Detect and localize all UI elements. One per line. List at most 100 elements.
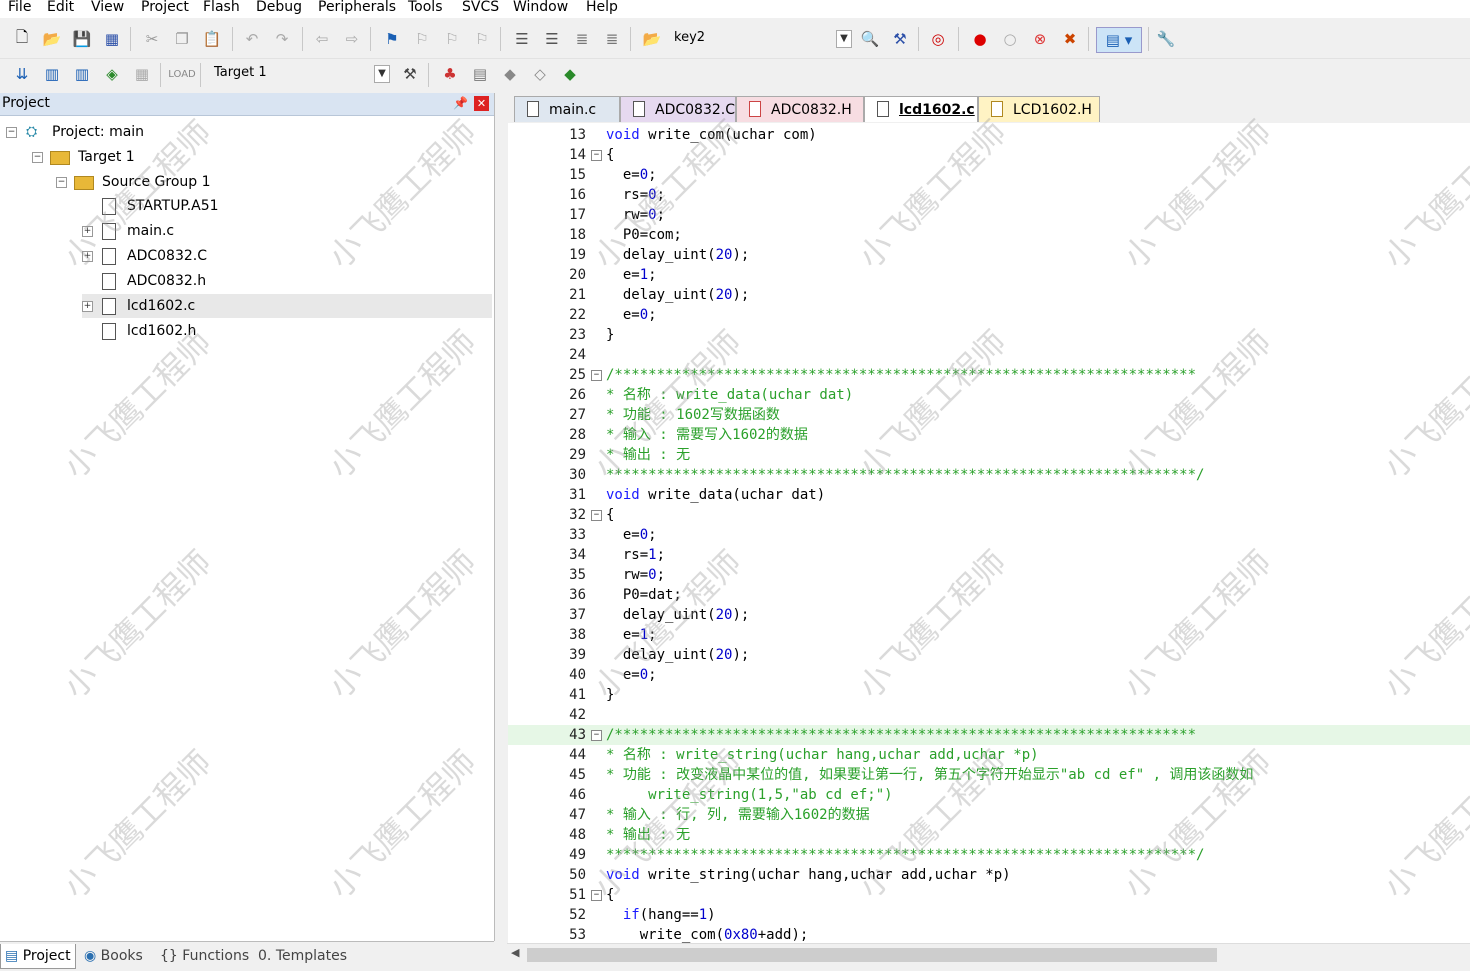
navigate-back-icon[interactable]: ⇦ — [312, 29, 332, 49]
code-line[interactable]: 39 delay_uint(20); — [508, 645, 1470, 665]
build-icon[interactable]: ▥ — [42, 64, 62, 84]
code-line[interactable]: 15 e=0; — [508, 165, 1470, 185]
save-icon[interactable]: 💾 — [72, 29, 92, 49]
code-line[interactable]: 13 void write_com(uchar com) — [508, 125, 1470, 145]
navigate-forward-icon[interactable]: ⇨ — [342, 29, 362, 49]
clear-bookmarks-icon[interactable]: ⚐ — [472, 29, 492, 49]
disable-all-breakpoints-icon[interactable]: ⊗ — [1030, 29, 1050, 49]
kill-all-breakpoints-icon[interactable]: ✖ — [1060, 29, 1080, 49]
incremental-find-icon[interactable]: ⚒ — [890, 29, 910, 49]
find-icon[interactable]: 🔍 — [860, 29, 880, 49]
save-all-icon[interactable]: ▦ — [102, 29, 122, 49]
expand-icon[interactable]: + — [82, 301, 93, 312]
expand-icon[interactable]: + — [82, 226, 93, 237]
target-combo[interactable]: Target 1 ▼ — [208, 63, 392, 85]
comment-icon[interactable]: ≣ — [572, 29, 592, 49]
select-packs-icon[interactable]: ▤ — [470, 64, 490, 84]
menu-peripherals[interactable]: Peripherals — [318, 0, 396, 15]
code-line[interactable]: 41} — [508, 685, 1470, 705]
redo-icon[interactable]: ↷ — [272, 29, 292, 49]
cut-icon[interactable]: ✂ — [142, 29, 162, 49]
pack-installer-green-icon[interactable]: ◆ — [560, 64, 580, 84]
unindent-icon[interactable]: ☰ — [542, 29, 562, 49]
code-line[interactable]: 21 delay_uint(20); — [508, 285, 1470, 305]
bookmark-icon[interactable]: ⚑ — [382, 29, 402, 49]
tab-lcd1602-h[interactable]: LCD1602.H — [978, 96, 1100, 122]
tab-adc0832-h[interactable]: ADC0832.H — [736, 96, 864, 122]
code-line[interactable]: 37 delay_uint(20); — [508, 605, 1470, 625]
code-line[interactable]: 51−{ — [508, 885, 1470, 905]
tab-templates[interactable]: 0. Templates — [254, 944, 351, 968]
code-line[interactable]: 16 rs=0; — [508, 185, 1470, 205]
copy-icon[interactable]: ❐ — [172, 29, 192, 49]
code-line[interactable]: 48 * 输出 : 无 — [508, 825, 1470, 845]
code-line[interactable]: 45 * 功能 : 改变液晶中某位的值, 如果要让第一行, 第五个字符开始显示"a… — [508, 765, 1470, 785]
tab-project[interactable]: ▤ Project — [0, 944, 76, 969]
paste-icon[interactable]: 📋 — [202, 29, 222, 49]
code-line[interactable]: 52 if(hang==1) — [508, 905, 1470, 925]
chevron-down-icon[interactable]: ▼ — [374, 65, 390, 83]
chevron-down-icon[interactable]: ▼ — [836, 30, 852, 48]
code-line[interactable]: 34 rs=1; — [508, 545, 1470, 565]
next-bookmark-icon[interactable]: ⚐ — [442, 29, 462, 49]
stop-build-icon[interactable]: ▦ — [132, 64, 152, 84]
tree-file-lcd1602-h[interactable]: lcd1602.h — [82, 319, 482, 343]
batch-build-icon[interactable]: ◈ — [102, 64, 122, 84]
fold-icon[interactable]: − — [591, 150, 602, 161]
pack-installer-icon[interactable]: ◇ — [530, 64, 550, 84]
menu-project[interactable]: Project — [141, 0, 189, 15]
tab-books[interactable]: ◉ Books — [80, 944, 147, 968]
load-download-icon[interactable]: LOAD — [168, 64, 195, 84]
fold-icon[interactable]: − — [591, 370, 602, 381]
indent-icon[interactable]: ☰ — [512, 29, 532, 49]
code-line[interactable]: 31 void write_data(uchar dat) — [508, 485, 1470, 505]
window-layout-icon[interactable]: ▤ ▾ — [1096, 27, 1142, 53]
menu-svcs[interactable]: SVCS — [462, 0, 499, 15]
code-line[interactable]: 24 — [508, 345, 1470, 365]
rte-icon[interactable]: ◆ — [500, 64, 520, 84]
options-for-target-icon[interactable]: ⚒ — [400, 64, 420, 84]
menu-tools[interactable]: Tools — [408, 0, 443, 15]
fold-icon[interactable]: − — [591, 730, 602, 741]
code-line[interactable]: 46 write_string(1,5,"ab cd ef;") — [508, 785, 1470, 805]
code-line[interactable]: 28 * 输入 : 需要写入1602的数据 — [508, 425, 1470, 445]
code-line[interactable]: 33 e=0; — [508, 525, 1470, 545]
prev-bookmark-icon[interactable]: ⚐ — [412, 29, 432, 49]
manage-components-icon[interactable]: ♣ — [440, 64, 460, 84]
tree-file-lcd1602-c[interactable]: + lcd1602.c — [82, 294, 492, 318]
breakpoint-icon[interactable]: ● — [970, 29, 990, 49]
code-line[interactable]: 53 write_com(0x80+add); — [508, 925, 1470, 943]
menu-debug[interactable]: Debug — [256, 0, 302, 15]
code-line[interactable]: 40 e=0; — [508, 665, 1470, 685]
code-line[interactable]: 49 **************************************… — [508, 845, 1470, 865]
menu-flash[interactable]: Flash — [203, 0, 240, 15]
code-line[interactable]: 19 delay_uint(20); — [508, 245, 1470, 265]
code-line[interactable]: 25−/************************************… — [508, 365, 1470, 385]
code-line[interactable]: 44 * 名称 : write_string(uchar hang,uchar a… — [508, 745, 1470, 765]
tree-file-adc0832-c[interactable]: + ADC0832.C — [82, 244, 482, 268]
code-line[interactable]: 43−/************************************… — [508, 725, 1470, 745]
fold-icon[interactable]: − — [591, 510, 602, 521]
scrollbar-thumb[interactable] — [527, 948, 1217, 962]
menu-edit[interactable]: Edit — [47, 0, 74, 15]
code-line[interactable]: 38 e=1; — [508, 625, 1470, 645]
code-line[interactable]: 18 P0=com; — [508, 225, 1470, 245]
tab-adc0832-c[interactable]: ADC0832.C — [620, 96, 736, 122]
menu-help[interactable]: Help — [586, 0, 618, 15]
code-line[interactable]: 50 void write_string(uchar hang,uchar add… — [508, 865, 1470, 885]
tree-file-startup[interactable]: STARTUP.A51 — [82, 194, 482, 218]
collapse-icon[interactable]: − — [32, 152, 43, 163]
menu-window[interactable]: Window — [513, 0, 568, 15]
scroll-left-icon[interactable]: ◀ — [511, 946, 519, 959]
debug-session-icon[interactable]: ◎ — [928, 29, 948, 49]
code-line[interactable]: 35 rw=0; — [508, 565, 1470, 585]
tree-file-main-c[interactable]: + main.c — [82, 219, 482, 243]
code-line[interactable]: 14−{ — [508, 145, 1470, 165]
tab-main-c[interactable]: main.c — [514, 96, 620, 122]
collapse-icon[interactable]: − — [6, 127, 17, 138]
open-folder-icon[interactable]: 📂 — [42, 29, 62, 49]
uncomment-icon[interactable]: ≣ — [602, 29, 622, 49]
find-in-files-icon[interactable]: 📂 — [642, 29, 662, 49]
code-line[interactable]: 27 * 功能 : 1602写数据函数 — [508, 405, 1470, 425]
close-icon[interactable]: ✕ — [474, 96, 489, 111]
